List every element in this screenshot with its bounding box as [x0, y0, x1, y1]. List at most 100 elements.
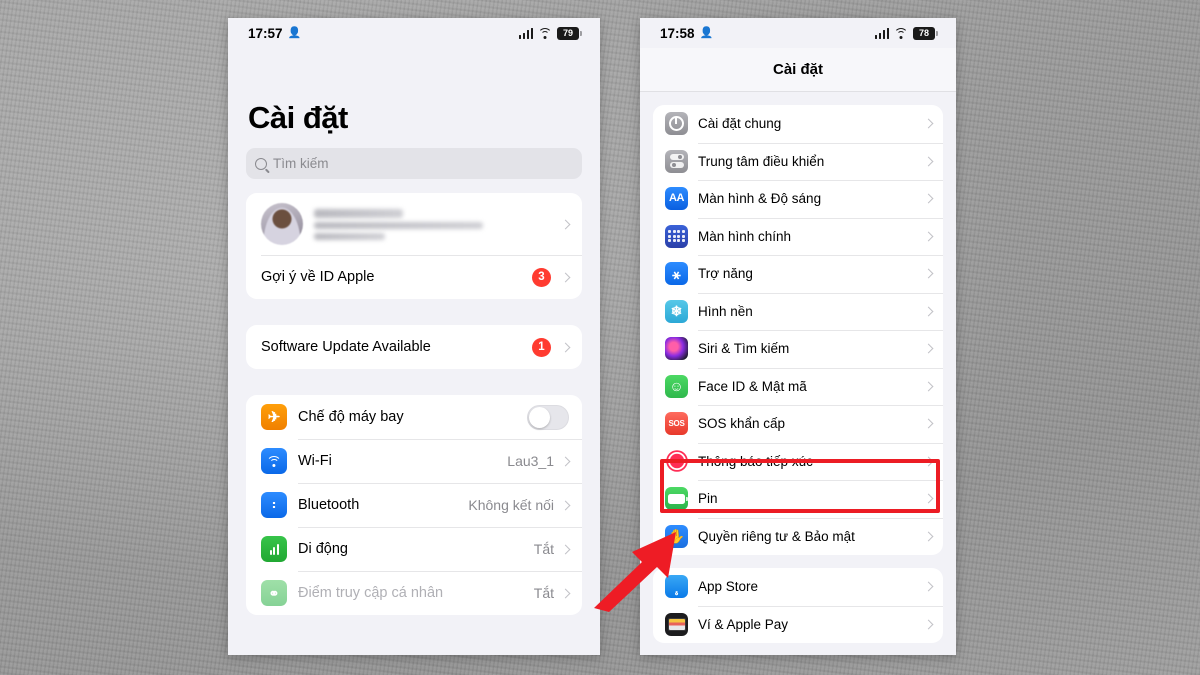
- apple-id-profile-row[interactable]: [246, 193, 582, 255]
- sidebar-item-wallpaper[interactable]: ❄ Hình nền: [653, 292, 943, 331]
- chevron-right-icon: [923, 456, 934, 467]
- sidebar-item-home-screen[interactable]: Màn hình chính: [653, 217, 943, 256]
- account-card: Gợi ý về ID Apple 3: [246, 193, 582, 299]
- chevron-right-icon: [923, 156, 934, 167]
- row-label: Điểm truy cập cá nhân: [298, 585, 444, 601]
- chevron-right-icon: [923, 381, 934, 392]
- chevron-right-icon: [923, 306, 934, 317]
- app-store-icon: 𝃠: [665, 575, 688, 599]
- wallet-icon: [665, 612, 688, 636]
- profile-name-blurred: [314, 208, 549, 240]
- status-badge: 1: [532, 337, 551, 357]
- wifi-icon: [538, 27, 552, 39]
- row-label: Software Update Available: [261, 339, 431, 355]
- chevron-right-icon: [560, 456, 571, 466]
- sidebar-item-control-center[interactable]: Trung tâm điều khiển: [653, 142, 943, 181]
- personal-hotspot-icon: ⚭: [261, 580, 287, 606]
- row-label: Hình nền: [698, 303, 753, 319]
- screenshot-canvas: 17:57 👤 79 Cài đặt Tìm kiếm Gợi ý về ID …: [0, 0, 1200, 675]
- sidebar-item-emergency-sos[interactable]: SOS SOS khẩn cấp: [653, 405, 943, 443]
- row-label: Cài đặt chung: [698, 116, 782, 132]
- row-label: Màn hình & Độ sáng: [698, 191, 822, 207]
- chevron-right-icon: [923, 343, 934, 354]
- software-update-row[interactable]: Software Update Available 1: [246, 325, 582, 369]
- chevron-right-icon: [560, 588, 571, 598]
- chevron-right-icon: [560, 500, 571, 510]
- row-value: Không kết nối: [468, 497, 554, 513]
- row-value: Tắt: [533, 541, 554, 557]
- sidebar-item-privacy-security[interactable]: ✋ Quyền riêng tư & Bảo mật: [653, 517, 943, 556]
- row-label: Trung tâm điều khiển: [698, 153, 825, 169]
- row-label: Màn hình chính: [698, 228, 792, 244]
- face-id-icon: ☺: [665, 374, 688, 398]
- wifi-icon: [894, 27, 908, 39]
- row-label: Ví & Apple Pay: [698, 616, 789, 632]
- phone-screenshot-left: 17:57 👤 79 Cài đặt Tìm kiếm Gợi ý về ID …: [228, 18, 600, 655]
- emergency-sos-icon: SOS: [665, 412, 688, 436]
- row-airplane-mode[interactable]: ✈ Chế độ máy bay: [246, 395, 582, 439]
- chevron-right-icon: [560, 342, 571, 352]
- bluetooth-icon: ꞉: [261, 492, 287, 518]
- cellular-icon: [261, 536, 287, 562]
- row-label: Trợ năng: [698, 266, 753, 282]
- chevron-right-icon: [923, 581, 934, 592]
- chevron-right-icon: [560, 219, 571, 229]
- row-bluetooth[interactable]: ꞉ Bluetooth Không kết nối: [246, 483, 582, 527]
- battery-level: 78: [913, 26, 935, 40]
- row-label: Bluetooth: [298, 497, 360, 513]
- sidebar-item-wallet-apple-pay[interactable]: Ví & Apple Pay: [653, 605, 943, 644]
- software-update-card: Software Update Available 1: [246, 325, 582, 369]
- chevron-right-icon: [923, 193, 934, 204]
- chevron-right-icon: [560, 272, 571, 282]
- sidebar-item-battery[interactable]: Pin: [653, 480, 943, 518]
- battery-icon: 78: [913, 26, 938, 40]
- row-label: Pin: [698, 491, 718, 507]
- apple-id-suggestions-row[interactable]: Gợi ý về ID Apple 3: [246, 255, 582, 299]
- settings-system-card: Cài đặt chung Trung tâm điều khiển AA Mà…: [653, 105, 943, 555]
- cellular-signal-icon: [518, 27, 533, 39]
- wifi-icon: [261, 448, 287, 474]
- sidebar-item-general[interactable]: Cài đặt chung: [653, 105, 943, 143]
- status-bar-left: 17:57 👤 79: [228, 18, 600, 48]
- page-title: Cài đặt: [248, 100, 348, 135]
- sidebar-item-siri-search[interactable]: Siri & Tìm kiếm: [653, 330, 943, 368]
- battery-icon: [665, 487, 688, 511]
- row-wifi[interactable]: Wi-Fi Lau3_1: [246, 439, 582, 483]
- row-label: Face ID & Mật mã: [698, 378, 807, 394]
- row-label: Di động: [298, 541, 348, 557]
- row-label: Wi-Fi: [298, 453, 332, 469]
- nav-title: Cài đặt: [640, 48, 956, 92]
- exposure-notification-icon: [665, 449, 688, 473]
- row-label: Chế độ máy bay: [298, 409, 404, 425]
- avatar: [261, 203, 303, 245]
- settings-store-card: 𝃠 App Store Ví & Apple Pay: [653, 568, 943, 643]
- battery-level: 79: [557, 26, 579, 40]
- row-label: Siri & Tìm kiếm: [698, 341, 790, 357]
- status-badge: 3: [532, 267, 551, 287]
- row-label: App Store: [698, 579, 759, 595]
- row-personal-hotspot[interactable]: ⚭ Điểm truy cập cá nhân Tắt: [246, 571, 582, 615]
- sidebar-item-exposure-notifications[interactable]: Thông báo tiếp xúc: [653, 442, 943, 481]
- search-icon: [255, 157, 267, 170]
- home-screen-icon: [665, 224, 688, 248]
- sidebar-item-app-store[interactable]: 𝃠 App Store: [653, 568, 943, 606]
- chevron-right-icon: [923, 118, 934, 129]
- accessibility-icon: ⚹: [665, 262, 688, 286]
- sidebar-item-display-brightness[interactable]: AA Màn hình & Độ sáng: [653, 180, 943, 218]
- siri-icon: [665, 337, 688, 361]
- display-brightness-icon: AA: [665, 187, 688, 211]
- airplane-mode-toggle[interactable]: [527, 404, 569, 430]
- airplane-mode-icon: ✈: [261, 404, 287, 430]
- search-input[interactable]: Tìm kiếm: [246, 148, 582, 179]
- sidebar-item-face-id[interactable]: ☺ Face ID & Mật mã: [653, 367, 943, 406]
- sidebar-item-accessibility[interactable]: ⚹ Trợ năng: [653, 255, 943, 293]
- row-cellular[interactable]: Di động Tắt: [246, 527, 582, 571]
- chevron-right-icon: [923, 231, 934, 242]
- phone-screenshot-right: 17:58 👤 78 Cài đặt Cài đặt chung Trung t…: [640, 18, 956, 655]
- status-bar-right: 17:58 👤 78: [640, 18, 956, 48]
- gear-icon: [665, 112, 688, 136]
- cellular-signal-icon: [874, 27, 889, 39]
- row-value: Tắt: [533, 585, 554, 601]
- row-label: SOS khẩn cấp: [698, 416, 786, 432]
- chevron-right-icon: [923, 268, 934, 279]
